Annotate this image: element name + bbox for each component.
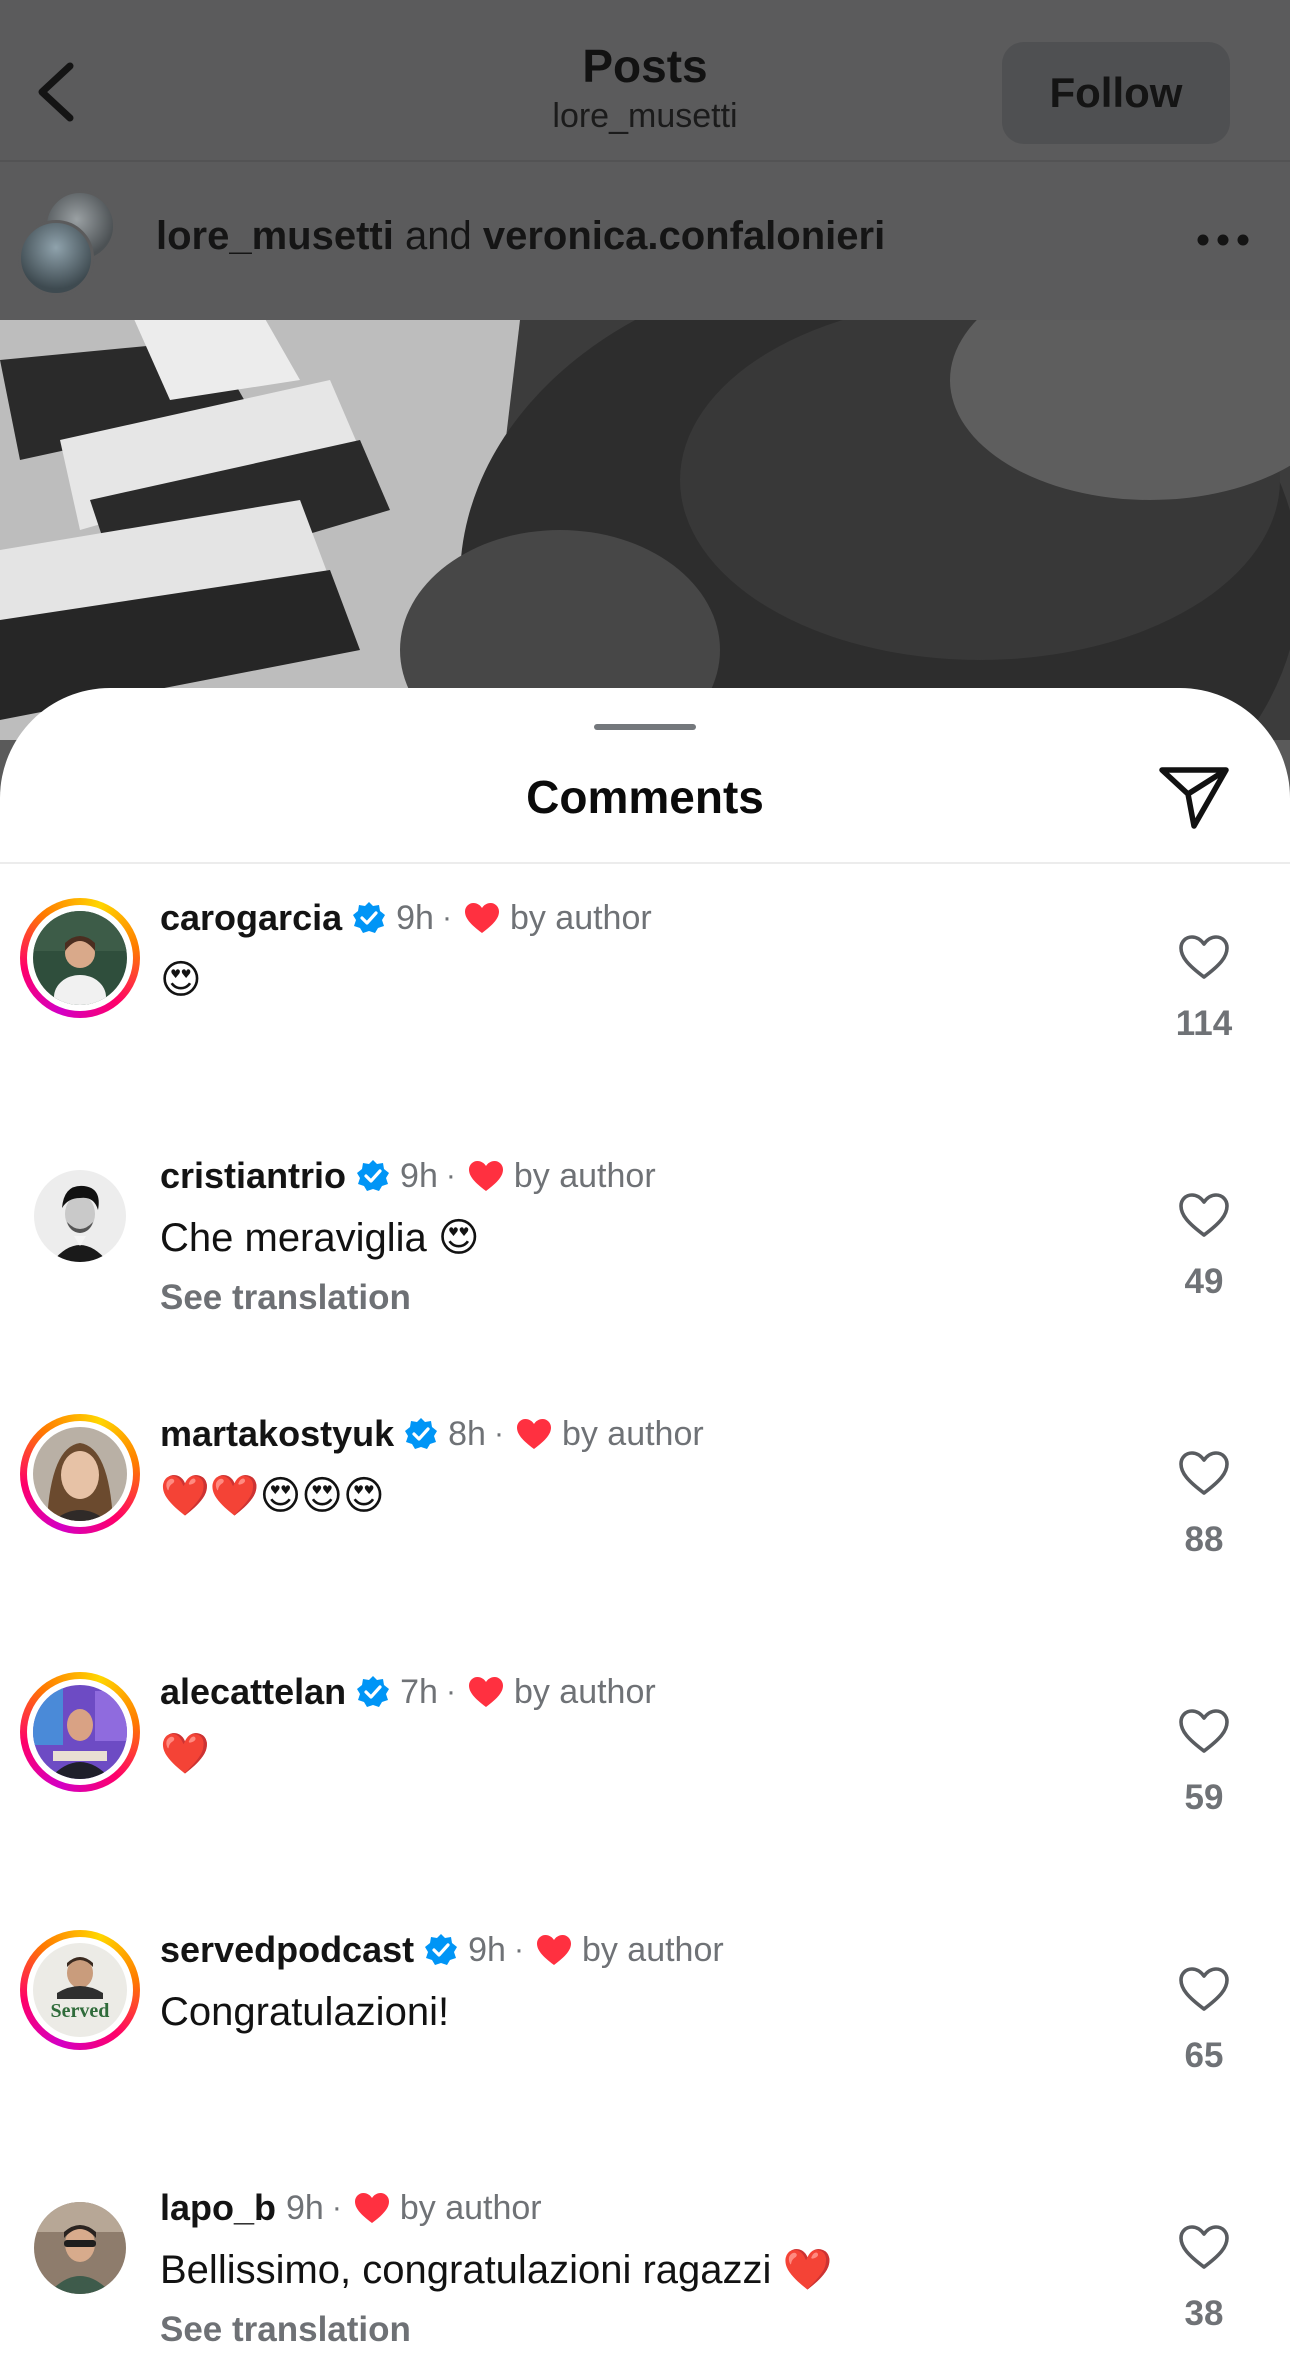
comment-username[interactable]: alecattelan bbox=[160, 1671, 346, 1713]
sheet-drag-handle[interactable] bbox=[594, 724, 696, 730]
comment-time: 9h bbox=[396, 898, 434, 937]
like-count[interactable]: 38 bbox=[1150, 2294, 1258, 2334]
comment-time: 9h bbox=[468, 1930, 506, 1969]
top-bar: Posts lore_musetti Follow bbox=[0, 0, 1290, 160]
follow-button[interactable]: Follow bbox=[1002, 42, 1230, 144]
more-options-icon[interactable] bbox=[1196, 230, 1250, 250]
liked-heart-icon bbox=[468, 1677, 503, 1707]
like-count[interactable]: 59 bbox=[1150, 1778, 1258, 1818]
comment-item: cristiantrio 9h · by author Che meravigl… bbox=[0, 1154, 1290, 1412]
liked-by-author-label: by author bbox=[509, 898, 652, 937]
like-count[interactable]: 65 bbox=[1150, 2036, 1258, 2076]
comment-item: caro​garcia 9h · by author 😍 114 bbox=[0, 896, 1290, 1154]
verified-badge-icon bbox=[357, 1160, 390, 1191]
comment-item: lapo_b 9h · by author Bellissimo, congra… bbox=[0, 2186, 1290, 2358]
comment-item: alecattelan 7h · by author ❤️ 59 bbox=[0, 1670, 1290, 1928]
liked-heart-icon bbox=[516, 1419, 551, 1449]
comment-username[interactable]: servedpodcast bbox=[160, 1929, 414, 1971]
liked-by-author-label: by author bbox=[513, 1672, 656, 1711]
meta-separator: · bbox=[331, 2191, 342, 2224]
like-count[interactable]: 88 bbox=[1150, 1520, 1258, 1560]
avatar-image bbox=[34, 2202, 126, 2294]
like-heart-icon[interactable] bbox=[1178, 1708, 1230, 1754]
see-translation-link[interactable]: See translation bbox=[160, 1278, 411, 1318]
avatar-image bbox=[33, 911, 127, 1005]
author-username-1[interactable]: lore_musetti bbox=[156, 214, 394, 258]
sheet-title: Comments bbox=[526, 771, 764, 823]
avatar[interactable] bbox=[20, 1156, 140, 1276]
avatar bbox=[18, 220, 94, 296]
meta-separator: · bbox=[441, 901, 452, 934]
comment-time: 9h bbox=[286, 2188, 324, 2227]
meta-separator: · bbox=[513, 1933, 524, 1966]
comment-time: 8h bbox=[448, 1414, 486, 1453]
post-photo-image bbox=[0, 320, 1290, 740]
meta-separator: · bbox=[445, 1159, 456, 1192]
liked-by-author-label: by author bbox=[581, 1930, 724, 1969]
comment-username[interactable]: lapo_b bbox=[160, 2187, 276, 2229]
liked-by-author-label: by author bbox=[399, 2188, 542, 2227]
comment-item: Served servedpodcast 9h · by author Cong… bbox=[0, 1928, 1290, 2186]
comment-username[interactable]: cristiantrio bbox=[160, 1155, 346, 1197]
verified-badge-icon bbox=[425, 1934, 458, 1965]
like-heart-icon[interactable] bbox=[1178, 934, 1230, 980]
divider bbox=[0, 862, 1290, 864]
liked-by-author-label: by author bbox=[513, 1156, 656, 1195]
comments-sheet: Comments caro​garcia 9h · by auth bbox=[0, 688, 1290, 2358]
share-paper-plane-icon[interactable] bbox=[1158, 764, 1230, 830]
comment-text: Che meraviglia 😍 bbox=[160, 1216, 480, 1260]
meta-separator: · bbox=[445, 1675, 456, 1708]
comment-username[interactable]: martakostyuk bbox=[160, 1413, 394, 1455]
author-username-2[interactable]: veronica.confalonieri bbox=[483, 214, 885, 258]
collab-avatars[interactable] bbox=[18, 190, 122, 296]
see-translation-link[interactable]: See translation bbox=[160, 2310, 411, 2350]
comment-text: ❤️❤️😍😍😍 bbox=[160, 1474, 385, 1518]
author-joiner: and bbox=[404, 214, 472, 258]
like-heart-icon[interactable] bbox=[1178, 1192, 1230, 1238]
avatar[interactable] bbox=[20, 1414, 140, 1534]
comment-time: 9h bbox=[400, 1156, 438, 1195]
liked-by-author-label: by author bbox=[561, 1414, 704, 1453]
like-heart-icon[interactable] bbox=[1178, 2224, 1230, 2270]
comment-text: 😍 bbox=[160, 958, 202, 1002]
avatar-image bbox=[33, 1427, 127, 1521]
avatar-image: Served bbox=[33, 1943, 127, 2037]
like-count[interactable]: 49 bbox=[1150, 1262, 1258, 1302]
avatar-logo-text: Served bbox=[51, 2000, 110, 2022]
avatar[interactable]: Served bbox=[20, 1930, 140, 2050]
avatar[interactable] bbox=[20, 898, 140, 1018]
comment-text: Congratulazioni! bbox=[160, 1990, 450, 2034]
avatar[interactable] bbox=[20, 1672, 140, 1792]
comment-text: ❤️ bbox=[160, 1732, 210, 1776]
post-authors: lore_musetti and veronica.confalonieri bbox=[156, 214, 885, 259]
like-count[interactable]: 114 bbox=[1150, 1004, 1258, 1044]
verified-badge-icon bbox=[353, 902, 386, 933]
meta-separator: · bbox=[493, 1417, 504, 1450]
liked-heart-icon bbox=[468, 1161, 503, 1191]
verified-badge-icon bbox=[357, 1676, 390, 1707]
comment-item: martakostyuk 8h · by author ❤️❤️😍😍😍 88 bbox=[0, 1412, 1290, 1670]
comment-time: 7h bbox=[400, 1672, 438, 1711]
avatar[interactable] bbox=[20, 2188, 140, 2308]
liked-heart-icon bbox=[354, 2193, 389, 2223]
avatar-image bbox=[34, 1170, 126, 1262]
like-heart-icon[interactable] bbox=[1178, 1450, 1230, 1496]
post-photo[interactable] bbox=[0, 320, 1290, 740]
post-author-bar: lore_musetti and veronica.confalonieri bbox=[0, 160, 1290, 320]
avatar-image bbox=[33, 1685, 127, 1779]
liked-heart-icon bbox=[464, 903, 499, 933]
comment-username[interactable]: caro​garcia bbox=[160, 897, 342, 939]
liked-heart-icon bbox=[536, 1935, 571, 1965]
like-heart-icon[interactable] bbox=[1178, 1966, 1230, 2012]
comment-text: Bellissimo, congratulazioni ragazzi ❤️ bbox=[160, 2248, 833, 2292]
verified-badge-icon bbox=[405, 1418, 438, 1449]
